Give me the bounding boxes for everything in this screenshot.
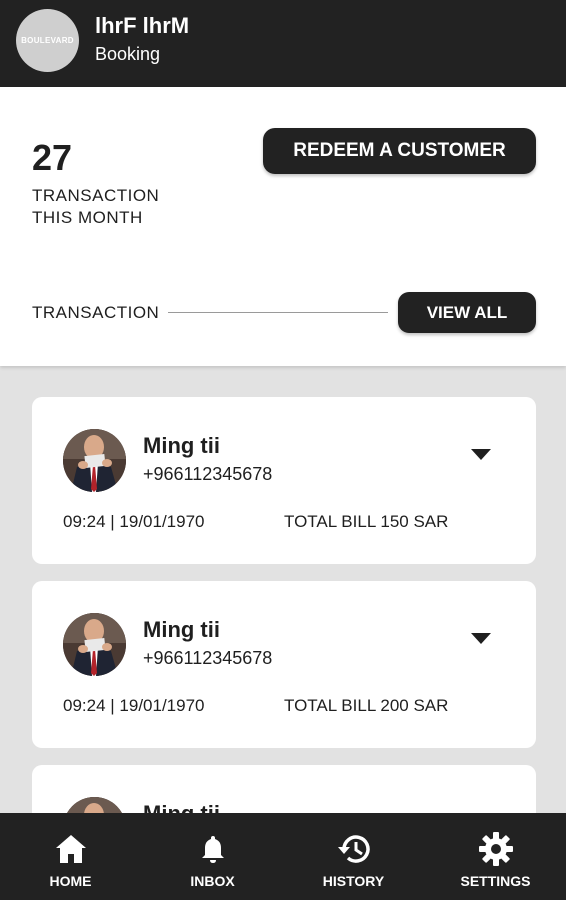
customer-phone: +966112345678 — [143, 648, 273, 668]
chevron-down-icon[interactable] — [469, 447, 493, 461]
gear-icon — [478, 831, 514, 867]
transaction-count: 27 — [32, 137, 73, 178]
business-logo[interactable]: BOULEVARD — [16, 9, 79, 72]
nav-home[interactable]: HOME — [0, 813, 141, 900]
nav-history-label: HISTORY — [322, 873, 385, 889]
business-name: lhrF lhrM — [95, 13, 190, 38]
bottom-navigation: HOME INBOX HISTORY SETTINGS — [0, 813, 566, 900]
customer-avatar — [63, 613, 126, 676]
transaction-section-label: TRANSACTION — [32, 303, 160, 322]
nav-inbox-label: INBOX — [190, 873, 235, 889]
customer-phone: +966112345678 — [143, 464, 273, 484]
nav-inbox[interactable]: INBOX — [142, 813, 283, 900]
transaction-card[interactable]: Ming tii — [32, 765, 536, 813]
transaction-card[interactable]: Ming tii +966112345678 09:24 | 19/01/197… — [32, 397, 536, 564]
transaction-bill: TOTAL BILL 200 SAR — [284, 696, 449, 715]
transaction-time: 09:24 | 19/01/1970 — [63, 696, 205, 715]
transaction-time: 09:24 | 19/01/1970 — [63, 512, 205, 531]
section-divider — [168, 312, 388, 313]
nav-home-label: HOME — [49, 873, 92, 889]
transaction-count-label: TRANSACTION THIS MONTH — [32, 186, 160, 227]
customer-name: Ming tii — [143, 617, 220, 642]
nav-settings[interactable]: SETTINGS — [425, 813, 566, 900]
home-icon — [53, 831, 89, 867]
customer-avatar — [63, 797, 126, 813]
redeem-customer-button[interactable]: REDEEM A CUSTOMER — [263, 128, 536, 174]
app-header: BOULEVARD lhrF lhrM Booking — [0, 0, 566, 87]
customer-avatar — [63, 429, 126, 492]
chevron-down-icon[interactable] — [469, 631, 493, 645]
summary-panel: 27 TRANSACTION THIS MONTH REDEEM A CUSTO… — [0, 87, 566, 366]
nav-settings-label: SETTINGS — [460, 873, 531, 889]
history-icon — [336, 831, 372, 867]
bell-icon — [195, 831, 231, 867]
business-category: Booking — [95, 44, 161, 64]
logo-text: BOULEVARD — [21, 36, 74, 45]
view-all-button[interactable]: VIEW ALL — [398, 292, 536, 333]
transaction-bill: TOTAL BILL 150 SAR — [284, 512, 449, 531]
transaction-list[interactable]: Ming tii +966112345678 09:24 | 19/01/197… — [0, 366, 566, 813]
nav-history[interactable]: HISTORY — [283, 813, 424, 900]
customer-name: Ming tii — [143, 801, 220, 813]
customer-name: Ming tii — [143, 433, 220, 458]
transaction-card[interactable]: Ming tii +966112345678 09:24 | 19/01/197… — [32, 581, 536, 748]
